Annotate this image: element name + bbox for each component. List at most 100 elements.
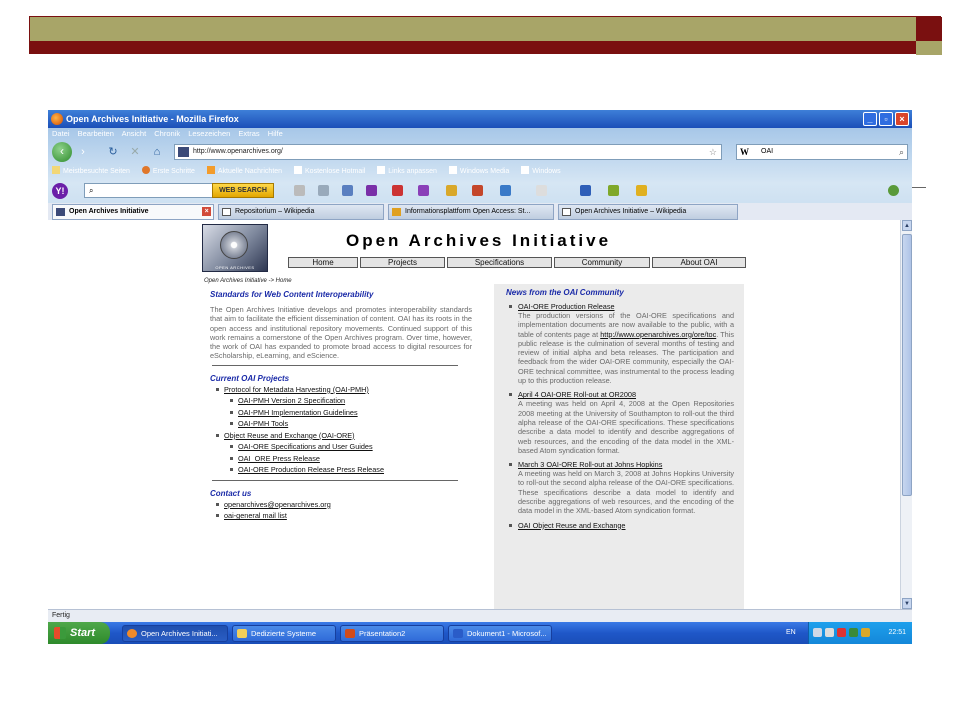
oai-logo[interactable]: OPEN ARCHIVES (202, 224, 268, 272)
weather-icon[interactable] (536, 185, 547, 196)
news-title-link[interactable]: April 4 OAI-ORE Roll-out at OR2008 (506, 390, 734, 399)
close-tab-icon[interactable]: × (202, 207, 211, 216)
toolbar-icon[interactable] (472, 185, 483, 196)
link-ore-press[interactable]: OAI_ORE Press Release (210, 453, 472, 465)
wikipedia-engine-icon[interactable]: W (740, 145, 749, 159)
network-icon[interactable] (861, 628, 870, 637)
window-title: Open Archives Initiative - Mozilla Firef… (66, 114, 239, 124)
tab-open-archives[interactable]: Open Archives Initiative × (52, 204, 214, 220)
tab-repositorium[interactable]: Repositorium – Wikipedia (218, 204, 384, 220)
link-ore-production-press[interactable]: OAI-ORE Production Release Press Release (210, 464, 472, 476)
volume-icon[interactable] (825, 628, 834, 637)
system-tray: 22:51 (808, 622, 912, 644)
yahoo-icon[interactable]: Y! (52, 183, 68, 199)
tab-label: Informationsplattform Open Access: St... (405, 208, 531, 215)
taskbar-firefox[interactable]: Open Archives Initiati... (122, 625, 228, 642)
tab-informationsplattform[interactable]: Informationsplattform Open Access: St... (388, 204, 554, 220)
news-title-link[interactable]: March 3 OAI-ORE Roll-out at Johns Hopkin… (506, 460, 734, 469)
link-pmh-spec[interactable]: OAI-PMH Version 2 Specification (210, 395, 472, 407)
link-pmh-guidelines[interactable]: OAI-PMH Implementation Guidelines (210, 407, 472, 419)
home-icon[interactable]: ⌂ (150, 145, 164, 159)
url-bar[interactable]: http://www.openarchives.org/ ☆ (174, 144, 722, 160)
reload-icon[interactable]: ↻ (106, 145, 120, 159)
news-item: March 3 OAI-ORE Roll-out at Johns Hopkin… (506, 460, 734, 515)
toolbar-icon[interactable] (446, 185, 457, 196)
link-oai-pmh[interactable]: Protocol for Metadata Harvesting (OAI-PM… (210, 384, 472, 396)
toolbar-icon[interactable] (318, 185, 329, 196)
wikipedia-icon (562, 208, 571, 216)
close-window-button[interactable]: × (895, 112, 909, 126)
vertical-scrollbar[interactable]: ▲ ▼ (900, 220, 912, 609)
nav-about[interactable]: About OAI (652, 257, 746, 268)
slide: Open Archives Initiative - Mozilla Firef… (0, 0, 960, 720)
scroll-up-icon[interactable]: ▲ (902, 220, 912, 231)
intro-paragraph: The Open Archives Initiative develops an… (210, 305, 472, 361)
search-icon[interactable]: ⌕ (899, 145, 904, 159)
nav-home[interactable]: Home (288, 257, 358, 268)
toolbar-icon[interactable] (418, 185, 429, 196)
news-title-link[interactable]: OAI-ORE Production Release (506, 302, 734, 311)
addon-icon[interactable] (888, 185, 899, 196)
toolbar-icon[interactable] (294, 185, 305, 196)
word-icon (453, 629, 463, 638)
language-indicator[interactable]: EN (786, 622, 796, 644)
web-search-button[interactable]: WEB SEARCH (212, 183, 274, 198)
facebook-icon[interactable] (580, 185, 591, 196)
bookmark-star-icon[interactable]: ☆ (709, 145, 717, 159)
tray-icon[interactable] (837, 628, 846, 637)
toolbar-icon[interactable] (608, 185, 619, 196)
toolbar-icon[interactable] (500, 185, 511, 196)
scroll-thumb[interactable] (902, 234, 912, 496)
taskbar-powerpoint[interactable]: Präsentation2 (340, 625, 444, 642)
bookmark-item[interactable]: Kostenlose Hotmail (294, 166, 365, 175)
bookmark-item[interactable]: Links anpassen (377, 166, 437, 175)
search-value: OAI (761, 148, 774, 155)
firefox-icon (127, 629, 137, 638)
menu-hilfe[interactable]: Hilfe (268, 129, 283, 138)
toolbar-icon[interactable] (636, 185, 647, 196)
link-pmh-tools[interactable]: OAI-PMH Tools (210, 418, 472, 430)
tab-oai-wikipedia[interactable]: Open Archives Initiative – Wikipedia (558, 204, 738, 220)
back-button[interactable]: ‹ (52, 142, 72, 162)
oai-homepage: OPEN ARCHIVES Open Archives Initiative H… (196, 224, 754, 609)
menu-bearbeiten[interactable]: Bearbeiten (78, 129, 114, 138)
toolbar-icon[interactable] (366, 185, 377, 196)
tray-icon[interactable] (813, 628, 822, 637)
news-title-link[interactable]: OAI Object Reuse and Exchange (506, 521, 734, 530)
bookmark-item[interactable]: Windows (521, 166, 561, 175)
windows-taskbar: Start Open Archives Initiati... Dedizier… (48, 622, 912, 644)
stop-icon[interactable]: ✕ (128, 145, 142, 159)
bookmark-item[interactable]: Meistbesuchte Seiten (52, 166, 130, 175)
forward-button[interactable]: › (76, 145, 90, 159)
url-text: http://www.openarchives.org/ (193, 148, 283, 155)
menu-extras[interactable]: Extras (238, 129, 259, 138)
menu-datei[interactable]: Datei (52, 129, 70, 138)
link-mail-list[interactable]: oai-general mail list (210, 510, 472, 522)
menu-lesezeichen[interactable]: Lesezeichen (188, 129, 230, 138)
link-contact-email[interactable]: openarchives@openarchives.org (210, 499, 472, 511)
maximize-button[interactable]: ▫ (879, 112, 893, 126)
nav-specifications[interactable]: Specifications (447, 257, 552, 268)
link-oai-ore[interactable]: Object Reuse and Exchange (OAI-ORE) (210, 430, 472, 442)
toolbar-icon[interactable] (392, 185, 403, 196)
scroll-down-icon[interactable]: ▼ (902, 598, 912, 609)
nav-community[interactable]: Community (554, 257, 650, 268)
taskbar-word[interactable]: Dokument1 - Microsof... (448, 625, 552, 642)
search-box[interactable]: W OAI ⌕ (736, 144, 908, 160)
taskbar-folder[interactable]: Dedizierte Systeme (232, 625, 336, 642)
mail-icon[interactable] (342, 185, 353, 196)
news-panel: News from the OAI Community OAI-ORE Prod… (494, 284, 744, 609)
archive-disc-icon (220, 231, 248, 259)
menu-ansicht[interactable]: Ansicht (122, 129, 147, 138)
nav-projects[interactable]: Projects (360, 257, 445, 268)
bookmark-item[interactable]: Erste Schritte (141, 166, 195, 175)
minimize-button[interactable]: _ (863, 112, 877, 126)
toc-link[interactable]: http://www.openarchives.org/ore/toc (600, 330, 716, 339)
start-button[interactable]: Start (48, 622, 110, 644)
tab-strip: Open Archives Initiative × Repositorium … (48, 203, 912, 220)
bookmark-item[interactable]: Aktuelle Nachrichten (206, 166, 282, 175)
menu-chronik[interactable]: Chronik (154, 129, 180, 138)
bookmark-item[interactable]: Windows Media (448, 166, 509, 175)
link-ore-spec[interactable]: OAI-ORE Specifications and User Guides (210, 441, 472, 453)
tray-icon[interactable] (849, 628, 858, 637)
